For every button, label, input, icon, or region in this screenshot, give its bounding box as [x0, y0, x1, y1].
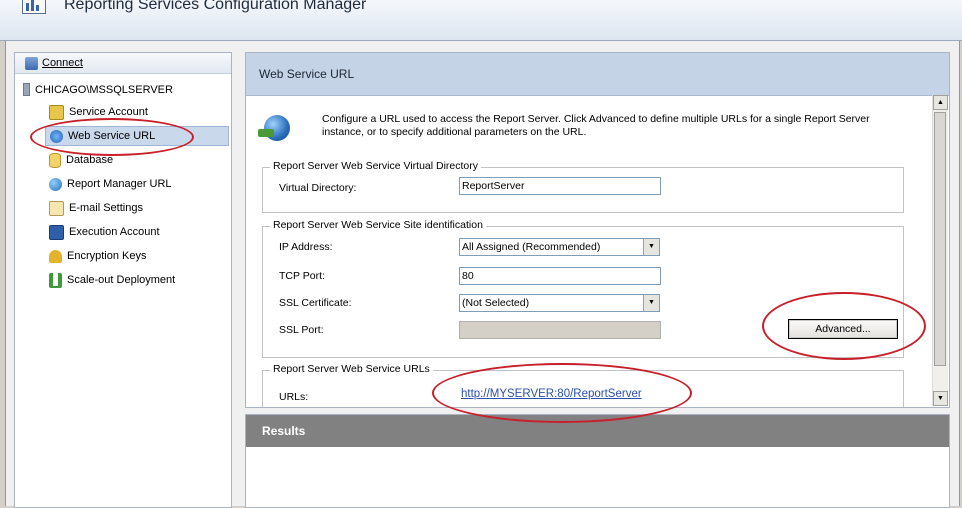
group-legend: Report Server Web Service Site identific… — [270, 219, 486, 231]
nav-item-scale-out-deployment[interactable]: Scale-out Deployment — [45, 270, 229, 290]
results-title: Results — [246, 415, 949, 447]
nav-item-encryption-keys[interactable]: Encryption Keys — [45, 246, 229, 266]
connect-label: Connect — [42, 57, 83, 69]
keys-icon — [49, 249, 62, 263]
ssl-cert-value: (Not Selected) — [462, 297, 530, 309]
window-title: Reporting Services Configuration Manager — [64, 0, 367, 13]
nav-item-label: Service Account — [69, 106, 148, 118]
group-legend: Report Server Web Service URLs — [270, 363, 433, 375]
content-panel: Web Service URL Configure a URL used to … — [245, 52, 950, 408]
nav-item-label: Execution Account — [69, 226, 160, 238]
report-server-url-link[interactable]: http://MYSERVER:80/ReportServer — [461, 388, 642, 400]
ip-label: IP Address: — [279, 241, 333, 253]
vertical-scrollbar[interactable]: ▲ ▼ — [932, 95, 948, 406]
connect-button[interactable]: Connect — [15, 53, 231, 74]
scroll-down-icon[interactable]: ▼ — [933, 391, 948, 406]
email-icon — [49, 200, 64, 216]
dropdown-arrow-icon[interactable]: ▼ — [643, 295, 659, 311]
group-legend: Report Server Web Service Virtual Direct… — [270, 160, 482, 172]
connect-icon — [25, 56, 38, 70]
server-node[interactable]: CHICAGO\MSSQLSERVER — [23, 83, 173, 96]
ssl-port-label: SSL Port: — [279, 324, 324, 336]
service-account-icon — [49, 104, 64, 120]
nav-item-execution-account[interactable]: Execution Account — [45, 222, 229, 242]
web-service-globe-icon — [258, 115, 290, 141]
vdir-label: Virtual Directory: — [279, 182, 357, 194]
app-chart-icon — [22, 0, 46, 14]
nav-item-label: Report Manager URL — [67, 178, 172, 190]
nav-item-email-settings[interactable]: E-mail Settings — [45, 198, 229, 218]
advanced-button[interactable]: Advanced... — [788, 319, 898, 339]
page-title: Web Service URL — [246, 53, 949, 96]
ssl-certificate-select[interactable]: (Not Selected) ▼ — [459, 294, 660, 312]
nav-item-label: Web Service URL — [68, 130, 156, 142]
tcp-port-input[interactable]: 80 — [459, 267, 661, 285]
nav-item-label: Scale-out Deployment — [67, 274, 176, 286]
ssl-cert-label: SSL Certificate: — [279, 297, 352, 309]
urls-group: Report Server Web Service URLs URLs: htt… — [262, 363, 904, 407]
database-icon — [49, 152, 61, 168]
nav-item-database[interactable]: Database — [45, 150, 229, 170]
server-icon — [23, 83, 30, 96]
vdir-input[interactable]: ReportServer — [459, 177, 661, 195]
results-panel: Results — [245, 414, 950, 508]
nav-item-label: Encryption Keys — [67, 250, 147, 262]
tcp-port-label: TCP Port: — [279, 270, 325, 282]
site-group: Report Server Web Service Site identific… — [262, 219, 904, 358]
ip-address-select[interactable]: All Assigned (Recommended) ▼ — [459, 238, 660, 256]
web-service-icon — [50, 129, 63, 143]
dropdown-arrow-icon[interactable]: ▼ — [643, 239, 659, 255]
nav-item-report-manager-url[interactable]: Report Manager URL — [45, 174, 229, 194]
scale-out-icon — [49, 272, 62, 288]
nav-item-web-service-url[interactable]: Web Service URL — [45, 126, 229, 146]
title-bar: Reporting Services Configuration Manager — [0, 0, 962, 41]
ip-value: All Assigned (Recommended) — [462, 241, 601, 253]
globe-icon — [49, 177, 62, 191]
nav-item-label: Database — [66, 154, 114, 166]
ssl-port-input — [459, 321, 661, 339]
nav-panel: Connect CHICAGO\MSSQLSERVER Service Acco… — [14, 52, 232, 508]
scroll-up-icon[interactable]: ▲ — [933, 95, 948, 110]
urls-label: URLs: — [279, 391, 309, 403]
server-name: CHICAGO\MSSQLSERVER — [35, 83, 173, 96]
scroll-thumb[interactable] — [934, 112, 946, 366]
vdir-group: Report Server Web Service Virtual Direct… — [262, 160, 904, 213]
nav-item-label: E-mail Settings — [69, 202, 143, 214]
execution-account-icon — [49, 224, 64, 240]
intro-text: Configure a URL used to access the Repor… — [322, 113, 870, 138]
nav-item-service-account[interactable]: Service Account — [45, 102, 229, 122]
